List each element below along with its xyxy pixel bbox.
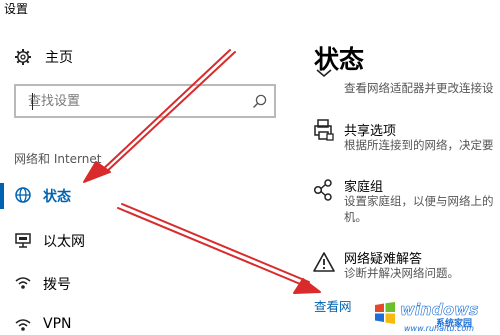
option-desc-line2: 机。 [344,210,367,224]
section-header: 网络和 Internet [14,152,102,166]
printer-icon [314,119,334,141]
sidebar: 主页 网络和 Internet 状态 以太网 [0,0,290,335]
sidebar-item-dialup[interactable]: 拨号 [0,268,280,298]
sidebar-item-home[interactable]: 主页 [14,46,73,68]
sidebar-item-vpn[interactable]: VPN [0,310,280,335]
adapter-desc[interactable]: 查看网络适配器并更改连接设 [344,80,494,96]
gear-icon [15,49,31,65]
text-caret [32,93,33,110]
watermark: windows 系统家园 www.ruhaitu.com [372,298,500,335]
sidebar-item-label: VPN [43,316,72,332]
warning-icon [313,252,335,272]
sidebar-item-label: 拨号 [43,277,71,293]
watermark-url: www.ruhaitu.com [404,324,475,333]
search-icon[interactable] [251,93,268,110]
search-box[interactable] [14,84,276,118]
vpn-icon [15,319,31,331]
sidebar-item-status[interactable]: 状态 [0,180,280,210]
ethernet-icon [15,233,31,248]
view-network-link[interactable]: 查看网 [314,296,352,315]
sidebar-item-ethernet[interactable]: 以太网 [0,225,280,255]
option-desc: 诊断并解决网络问题。 [344,266,459,280]
sidebar-item-home-label: 主页 [45,50,73,66]
sidebar-item-label: 以太网 [43,234,85,250]
option-desc: 根据所连接到的网络，决定要 [344,138,494,152]
network-adapter-icon [316,69,332,78]
windows-logo-icon [375,302,395,324]
main-content: 状态 查看网络适配器并更改连接设 共享选项 根据所连接到的网络，决定要 家庭组 … [300,0,500,335]
sidebar-item-label: 状态 [43,189,71,205]
globe-icon [15,187,31,203]
search-input[interactable] [16,86,274,116]
homegroup-icon [313,179,332,201]
option-desc: 设置家庭组，以便与网络上的 [344,194,494,208]
dialup-icon [15,277,31,289]
